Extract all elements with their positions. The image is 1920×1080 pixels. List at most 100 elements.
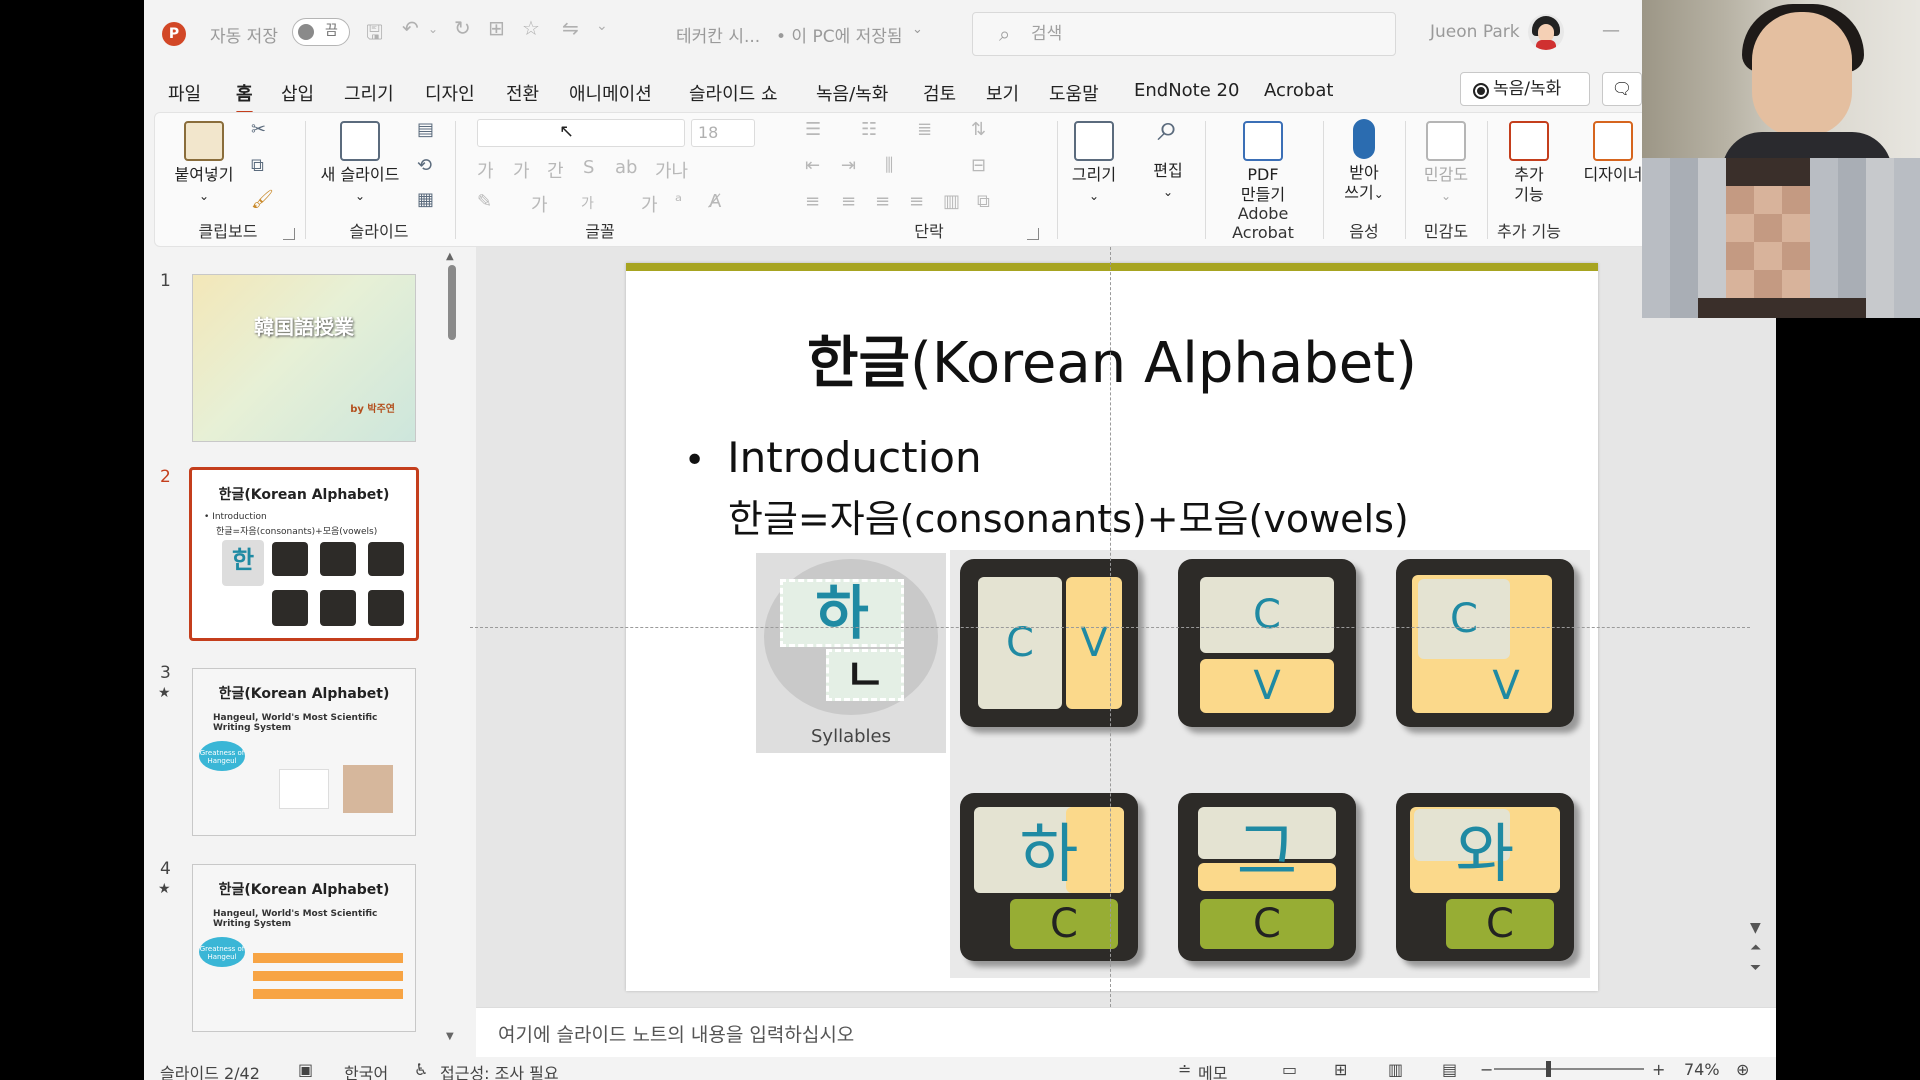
fit-slide-icon[interactable]: ⊕: [1736, 1060, 1749, 1079]
tab-transitions[interactable]: 전환: [506, 80, 539, 106]
align-text-icon[interactable]: ⊟: [971, 155, 986, 176]
qat-more-icon[interactable]: ⌄: [596, 18, 608, 34]
slide-indicator[interactable]: 슬라이드 2/42: [160, 1060, 260, 1080]
tab-recording[interactable]: 녹음/녹화: [816, 80, 888, 106]
columns-icon[interactable]: ⫼: [885, 155, 893, 176]
accessibility-status[interactable]: 접근성: 조사 필요: [440, 1060, 559, 1080]
section-icon[interactable]: ▦: [417, 189, 434, 210]
undo-dropdown-icon[interactable]: ⌄: [428, 22, 438, 36]
shadow-icon[interactable]: S: [583, 157, 594, 178]
new-slide-button[interactable]: 새 슬라이드 ⌄: [313, 121, 407, 206]
strikethrough-icon[interactable]: ab: [615, 157, 637, 178]
zoom-slider-knob[interactable]: [1546, 1061, 1551, 1077]
char-spacing-icon[interactable]: 가나: [655, 157, 688, 183]
file-name[interactable]: 테커칸 시...: [676, 22, 760, 47]
previous-slide-icon[interactable]: ⏶: [1750, 938, 1761, 958]
increase-indent-icon[interactable]: ⇥: [841, 155, 856, 176]
sensitivity-button[interactable]: 민감도 ⌄: [1411, 121, 1481, 206]
paste-button[interactable]: 붙여넣기 ⌄: [167, 121, 241, 206]
decrease-indent-icon[interactable]: ⇤: [805, 155, 820, 176]
zoom-slider[interactable]: [1494, 1061, 1644, 1077]
font-name-dropdown[interactable]: [477, 119, 685, 147]
redo-icon[interactable]: ↻: [454, 16, 471, 40]
tab-acrobat[interactable]: Acrobat: [1264, 80, 1333, 101]
zoom-out-icon[interactable]: −: [1480, 1060, 1493, 1079]
scroll-up-icon[interactable]: ▲: [446, 251, 454, 262]
search-input[interactable]: ⌕ 검색: [972, 12, 1396, 56]
tab-animations[interactable]: 애니메이션: [569, 80, 652, 106]
scroll-thumb[interactable]: [448, 265, 456, 340]
zoom-in-icon[interactable]: +: [1652, 1060, 1665, 1079]
clipboard-launcher-icon[interactable]: .: [283, 228, 295, 240]
tile-example-wa[interactable]: 와 C: [1396, 793, 1574, 961]
font-color-icon[interactable]: 가: [531, 191, 548, 217]
syllables-graphic[interactable]: 하 ㄴ Syllables: [756, 553, 946, 753]
record-button[interactable]: 녹음/녹화: [1460, 72, 1590, 106]
notes-pane[interactable]: 여기에 슬라이드 노트의 내용을 입력하십시오: [476, 1007, 1776, 1057]
tile-example-ha[interactable]: 하 C: [960, 793, 1138, 961]
slide-sorter-icon[interactable]: ⊞: [1334, 1060, 1347, 1079]
underline-icon[interactable]: 간: [547, 157, 564, 183]
language[interactable]: 한국어: [344, 1060, 388, 1080]
italic-icon[interactable]: 가: [513, 157, 530, 183]
smartart-icon[interactable]: ⧉: [977, 191, 990, 212]
thumbnail-slide-4[interactable]: 한글(Korean Alphabet) Hangeul, World's Mos…: [192, 864, 416, 1032]
bold-icon[interactable]: 가: [477, 157, 494, 183]
tile-cv-vertical[interactable]: C V: [1178, 559, 1356, 727]
tab-review[interactable]: 검토: [923, 80, 956, 106]
editing-button[interactable]: ⌕ 편집 ⌄: [1135, 108, 1201, 202]
tab-home[interactable]: 홈: [236, 80, 253, 114]
avatar[interactable]: [1528, 14, 1564, 50]
present-icon[interactable]: ⊞: [488, 16, 505, 40]
tab-slideshow[interactable]: 슬라이드 쇼: [689, 80, 778, 106]
comments-icon[interactable]: 🗨: [1602, 72, 1642, 106]
minimize-icon[interactable]: —: [1602, 20, 1620, 41]
tab-insert[interactable]: 삽입: [281, 80, 314, 106]
align-left-icon[interactable]: ≡: [805, 191, 820, 212]
spelling-icon[interactable]: ▣: [298, 1060, 313, 1079]
drawing-button[interactable]: 그리기 ⌄: [1059, 121, 1129, 206]
reset-icon[interactable]: ⟲: [417, 155, 432, 176]
tab-help[interactable]: 도움말: [1049, 80, 1099, 106]
normal-view-icon[interactable]: ▭: [1282, 1060, 1297, 1079]
change-case-icon[interactable]: 가: [581, 193, 594, 213]
text-direction-icon[interactable]: ⇅: [971, 119, 986, 140]
highlight-icon[interactable]: ✎: [477, 191, 492, 212]
undo-icon[interactable]: ↶: [402, 16, 419, 40]
customize-icon[interactable]: ☆: [522, 16, 540, 40]
thumbnail-slide-2[interactable]: 한글(Korean Alphabet) • Introduction 한글=자음…: [189, 467, 419, 641]
slide-title[interactable]: 한글(Korean Alphabet): [626, 318, 1598, 399]
create-pdf-button[interactable]: PDF 만들기: [1221, 121, 1305, 205]
numbering-icon[interactable]: ☷: [861, 119, 877, 140]
next-slide-icon[interactable]: ⏷: [1750, 958, 1761, 978]
layout-icon[interactable]: ▤: [417, 119, 434, 140]
copy-icon[interactable]: ⧉: [251, 155, 264, 176]
slideshow-view-icon[interactable]: ▤: [1442, 1060, 1457, 1079]
tab-draw[interactable]: 그리기: [344, 80, 394, 106]
tab-design[interactable]: 디자인: [425, 80, 475, 106]
tab-file[interactable]: 파일: [168, 80, 201, 106]
bullets-icon[interactable]: ☰: [805, 119, 821, 140]
quick-access-icon[interactable]: ⇋: [562, 16, 579, 40]
cut-icon[interactable]: ✂: [251, 119, 266, 140]
thumbnail-scrollbar[interactable]: ▲ ▼: [446, 251, 458, 1042]
scroll-down-icon[interactable]: ▼: [446, 1031, 454, 1042]
paragraph-launcher-icon[interactable]: .: [1027, 228, 1039, 240]
tile-cv-combined[interactable]: C V: [1396, 559, 1574, 727]
zoom-level[interactable]: 74%: [1684, 1060, 1720, 1079]
save-icon[interactable]: 🖫: [366, 18, 383, 52]
shrink-font-icon[interactable]: ᵃ: [675, 191, 682, 212]
save-status[interactable]: • 이 PC에 저장됨: [776, 22, 903, 47]
save-status-chevron-icon[interactable]: ⌄: [912, 22, 923, 37]
dictate-button[interactable]: 받아 쓰기⌄: [1329, 119, 1399, 204]
tile-example-geu[interactable]: 그 C: [1178, 793, 1356, 961]
scroll-down-icon[interactable]: ▼: [1750, 918, 1761, 938]
slide-formula[interactable]: 한글=자음(consonants)+모음(vowels): [728, 488, 1409, 543]
thumbnail-slide-3[interactable]: 한글(Korean Alphabet) Hangeul, World's Mos…: [192, 668, 416, 836]
addins-button[interactable]: 추가 기능: [1493, 121, 1565, 205]
tile-cv-horizontal[interactable]: C V: [960, 559, 1138, 727]
user-name[interactable]: Jueon Park: [1430, 22, 1520, 42]
grow-font-icon[interactable]: 가: [641, 191, 658, 217]
slide-bullet[interactable]: • Introduction: [684, 433, 982, 482]
thumbnail-slide-1[interactable]: 韓国語授業 by 박주연: [192, 274, 416, 442]
